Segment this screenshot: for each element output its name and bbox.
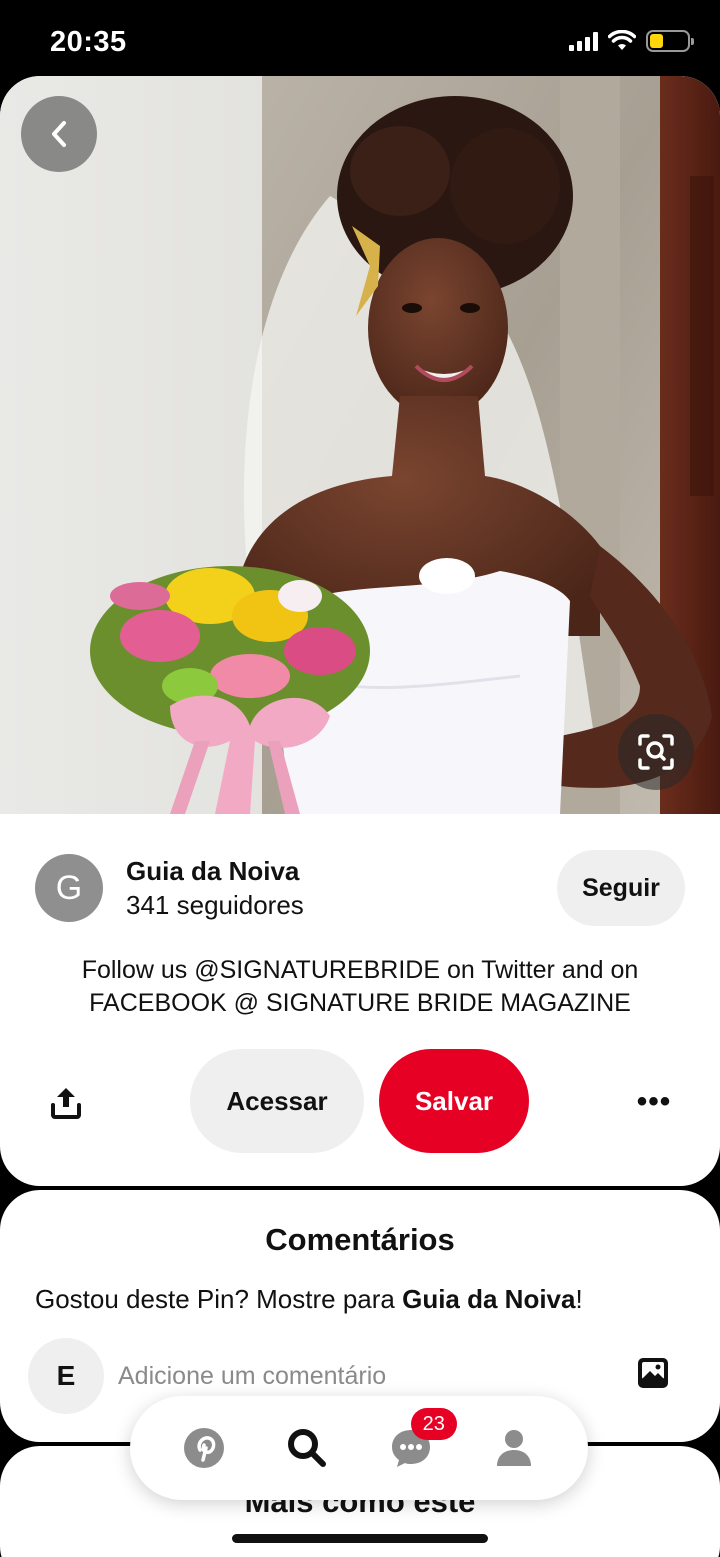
comment-input[interactable] xyxy=(118,1358,598,1394)
chevron-left-icon xyxy=(52,121,66,147)
nav-home[interactable] xyxy=(176,1420,232,1476)
back-button[interactable] xyxy=(21,96,97,172)
nav-profile[interactable] xyxy=(486,1420,542,1476)
status-bar: 20:35 xyxy=(0,0,720,80)
search-icon xyxy=(288,1429,327,1467)
user-avatar[interactable]: E xyxy=(28,1338,104,1414)
share-button[interactable] xyxy=(44,1080,88,1124)
nav-search[interactable] xyxy=(279,1420,335,1476)
pin-card: G Guia da Noiva 341 seguidores Seguir Fo… xyxy=(0,76,720,1186)
messages-badge: 23 xyxy=(410,1408,457,1440)
pin-image[interactable] xyxy=(0,76,720,814)
comments-title: Comentários xyxy=(265,1222,455,1257)
visit-button[interactable]: Acessar xyxy=(190,1049,364,1153)
comments-prompt: Gostou deste Pin? Mostre para Guia da No… xyxy=(35,1284,583,1315)
save-button[interactable]: Salvar xyxy=(379,1049,529,1153)
creator-row: G Guia da Noiva 341 seguidores Seguir xyxy=(35,850,685,926)
bottom-nav: 23 xyxy=(130,1396,588,1500)
status-icons xyxy=(569,30,694,52)
pinterest-logo-icon xyxy=(183,1428,224,1468)
profile-icon xyxy=(497,1430,532,1466)
creator-avatar[interactable]: G xyxy=(35,854,103,922)
share-icon xyxy=(51,1088,81,1119)
follow-button[interactable]: Seguir xyxy=(557,850,685,926)
image-attach-icon[interactable] xyxy=(636,1356,670,1390)
comments-prompt-prefix: Gostou deste Pin? Mostre para xyxy=(35,1284,403,1314)
comments-prompt-suffix: ! xyxy=(575,1284,583,1314)
more-options-button[interactable]: ••• xyxy=(630,1080,678,1124)
status-time: 20:35 xyxy=(50,26,127,58)
creator-followers: 341 seguidores xyxy=(126,890,304,920)
battery-low-icon xyxy=(646,30,694,52)
wifi-icon xyxy=(608,30,636,50)
nav-messages[interactable]: 23 xyxy=(383,1408,457,1476)
visual-search-button[interactable] xyxy=(618,714,694,790)
home-indicator xyxy=(232,1534,488,1543)
comments-prompt-creator: Guia da Noiva xyxy=(402,1284,576,1314)
cellular-signal-icon xyxy=(569,31,598,51)
creator-name[interactable]: Guia da Noiva xyxy=(126,856,299,887)
pin-description: Follow us @SIGNATUREBRIDE on Twitter and… xyxy=(81,956,639,1017)
visual-search-icon xyxy=(638,734,674,770)
